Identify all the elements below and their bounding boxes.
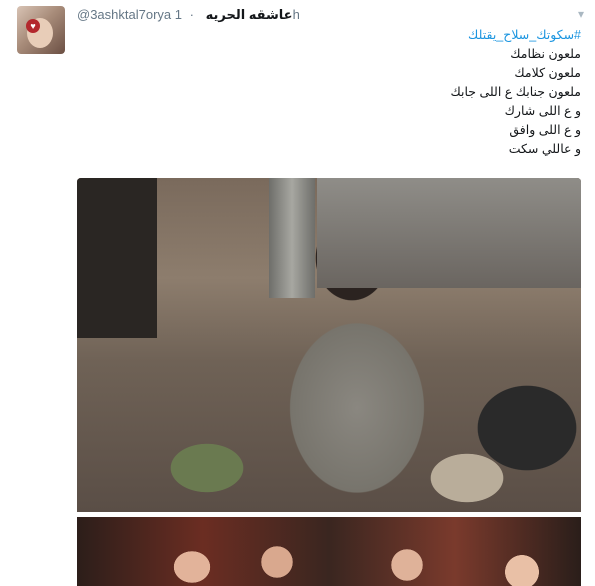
avatar[interactable]: ♥ — [17, 6, 65, 54]
tweet-line: و ع اللى وافق — [509, 123, 581, 137]
tweet-line: ملعون نظامك — [510, 47, 581, 61]
chevron-down-icon[interactable]: ▾ — [573, 6, 589, 22]
tweet-header: @3ashktal7orya عاشقه الحريه · 1h — [77, 7, 300, 23]
tweet: ♥ @3ashktal7orya عاشقه الحريه · 1h ▾ #سك… — [0, 0, 595, 586]
separator-dot: · — [189, 7, 194, 22]
photo-pillar — [269, 178, 315, 298]
photo-wall-left — [77, 178, 157, 338]
tweet-line: و عاللي سكت — [508, 142, 581, 156]
media-photo-bottom[interactable] — [77, 517, 581, 586]
tweet-media[interactable] — [77, 178, 581, 586]
tweet-line: و ع اللى شارك — [504, 104, 581, 118]
heart-icon: ♥ — [26, 19, 40, 33]
media-photo-top[interactable] — [77, 178, 581, 512]
hashtag-link[interactable]: #سكوتك_سلاح_يقتلك — [121, 26, 581, 45]
tweet-text: #سكوتك_سلاح_يقتلك ملعون نظامك ملعون كلام… — [121, 26, 581, 159]
display-name[interactable]: عاشقه الحريه — [206, 7, 293, 22]
tweet-line: ملعون جنابك ع اللى جابك — [450, 85, 581, 99]
photo-wall-right — [317, 178, 581, 288]
user-handle[interactable]: @3ashktal7orya — [77, 7, 171, 22]
tweet-line: ملعون كلامك — [514, 66, 581, 80]
